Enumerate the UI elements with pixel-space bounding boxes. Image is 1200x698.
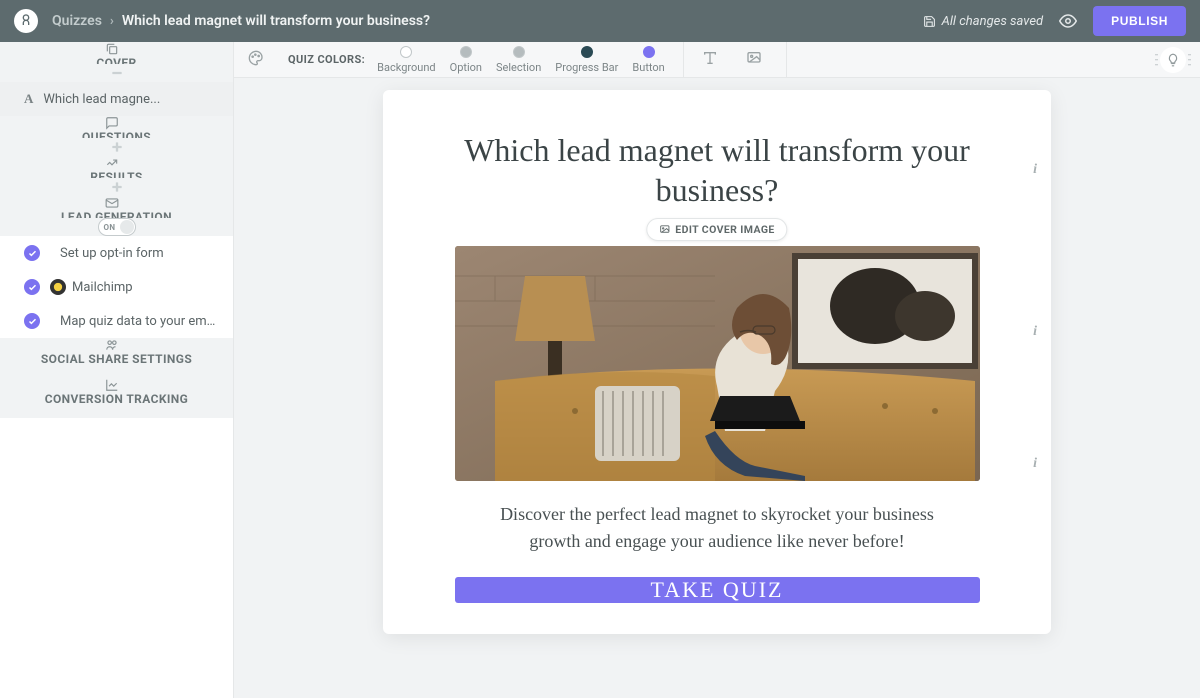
sidebar-item-mailchimp[interactable]: Mailchimp [0, 270, 233, 304]
take-quiz-button[interactable]: TAKE QUIZ [455, 577, 980, 603]
info-icon[interactable]: i [1033, 162, 1037, 178]
info-icon[interactable]: i [1033, 324, 1037, 340]
sidebar-item-mapdata[interactable]: Map quiz data to your email list [0, 304, 233, 338]
questions-icon [103, 116, 121, 130]
color-option[interactable]: Option [450, 46, 482, 74]
add-icon[interactable] [108, 138, 126, 156]
sidebar-section-leadgen[interactable]: LEAD GENERATION ON [0, 196, 233, 236]
check-icon [24, 279, 40, 295]
color-background[interactable]: Background [377, 46, 435, 74]
sidebar-section-conversion[interactable]: CONVERSION TRACKING [0, 378, 233, 418]
quiz-cover-card: Which lead magnet will transform your bu… [383, 90, 1051, 634]
mail-icon [103, 196, 121, 210]
image-icon[interactable] [746, 50, 762, 70]
social-icon [103, 338, 121, 352]
color-button[interactable]: Button [632, 46, 664, 74]
typography-icon[interactable] [702, 50, 718, 70]
leadgen-toggle[interactable]: ON [98, 218, 136, 236]
breadcrumb-root[interactable]: Quizzes [52, 13, 102, 29]
cover-icon [103, 42, 121, 56]
publish-button[interactable]: PUBLISH [1093, 6, 1186, 36]
add-icon[interactable] [108, 178, 126, 196]
chart-icon [103, 378, 121, 392]
color-selection[interactable]: Selection [496, 46, 541, 74]
text-icon: A [24, 91, 33, 107]
results-icon [103, 156, 121, 170]
check-icon [24, 313, 40, 329]
quiz-title[interactable]: Which lead magnet will transform your bu… [421, 130, 1013, 210]
chevron-right-icon: › [110, 14, 114, 29]
quiz-description[interactable]: Discover the perfect lead magnet to skyr… [482, 501, 952, 555]
image-icon [659, 224, 670, 235]
breadcrumb-current: Which lead magnet will transform your bu… [122, 13, 430, 29]
sidebar-section-questions[interactable]: QUESTIONS [0, 116, 233, 156]
app-header: Quizzes › Which lead magnet will transfo… [0, 0, 1200, 42]
mailchimp-icon [50, 279, 66, 295]
preview-icon[interactable] [1059, 12, 1077, 30]
color-progress[interactable]: Progress Bar [555, 46, 618, 74]
sidebar-section-social[interactable]: SOCIAL SHARE SETTINGS [0, 338, 233, 378]
tips-icon[interactable] [1160, 47, 1186, 73]
collapse-icon[interactable] [108, 64, 126, 82]
cover-image[interactable] [455, 246, 980, 481]
edit-cover-button[interactable]: EDIT COVER IMAGE [646, 218, 787, 241]
sidebar-item-cover-title[interactable]: A Which lead magne... [0, 82, 233, 116]
info-icon[interactable]: i [1033, 456, 1037, 472]
save-icon [923, 15, 936, 28]
sidebar: COVER A Which lead magne... QUESTIONS RE… [0, 42, 234, 698]
app-logo[interactable] [14, 9, 38, 33]
editor-canvas: Which lead magnet will transform your bu… [234, 78, 1200, 698]
save-status: All changes saved [923, 14, 1043, 29]
sidebar-section-cover[interactable]: COVER [0, 42, 233, 82]
sidebar-item-optin[interactable]: Set up opt-in form [0, 236, 233, 270]
sidebar-section-results[interactable]: RESULTS [0, 156, 233, 196]
palette-icon[interactable] [248, 50, 264, 70]
colors-label: QUIZ COLORS: [288, 53, 365, 66]
check-icon [24, 245, 40, 261]
editor-toolbar: QUIZ COLORS: Background Option Selection… [234, 42, 1200, 78]
